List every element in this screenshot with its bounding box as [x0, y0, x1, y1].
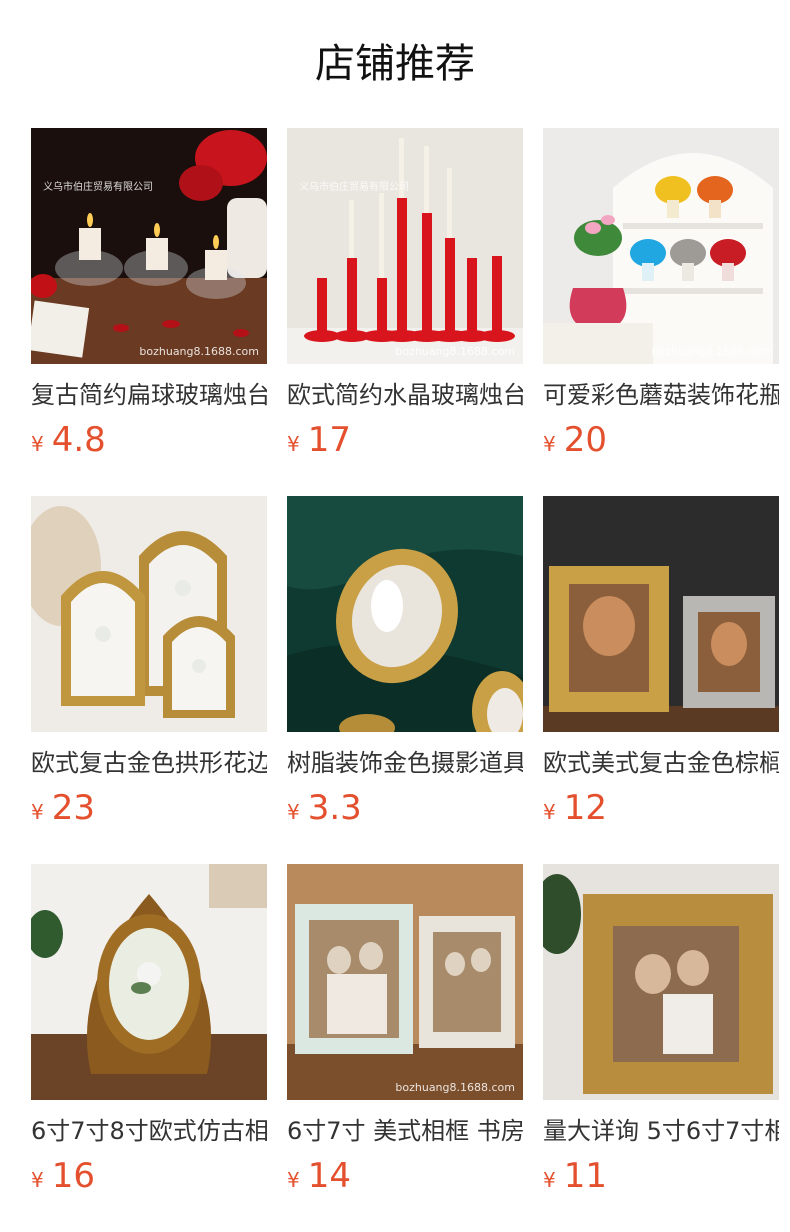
product-image[interactable] [31, 496, 267, 732]
page-title: 店铺推荐 [315, 41, 475, 87]
product-price: ¥11 [543, 1154, 779, 1198]
product-name[interactable]: 量大详询 5寸6寸7寸相框 [543, 1114, 779, 1148]
product-card[interactable]: 量大详询 5寸6寸7寸相框 ¥11 [543, 864, 779, 1232]
product-image[interactable]: bozhuang8.1688.com [287, 864, 523, 1100]
product-name[interactable]: 欧式简约水晶玻璃烛台 [287, 378, 523, 412]
product-price: ¥17 [287, 418, 523, 462]
currency-symbol: ¥ [31, 800, 44, 824]
product-photo-palm-frames [543, 496, 779, 732]
product-price: ¥20 [543, 418, 779, 462]
price-amount: 12 [563, 788, 607, 828]
product-photo-candles [31, 128, 267, 364]
product-name[interactable]: 6寸7寸 美式相框 书房 [287, 1114, 523, 1148]
price-amount: 14 [307, 1156, 351, 1196]
product-image[interactable]: 义乌市伯庄贸易有限公司 bozhuang8.1688.com [287, 128, 523, 364]
currency-symbol: ¥ [287, 800, 300, 824]
product-image[interactable] [543, 864, 779, 1100]
product-grid: 义乌市伯庄贸易有限公司 bozhuang8.1688.com 复古简约扁球玻璃烛… [31, 128, 779, 1232]
product-card[interactable]: 树脂装饰金色摄影道具 ¥3.3 [287, 496, 523, 864]
product-photo-mushroom-vases [543, 128, 779, 364]
product-card[interactable]: bozhuang8.1688.com 6寸7寸 美式相框 书房 ¥14 [287, 864, 523, 1232]
product-image[interactable]: 义乌市伯庄贸易有限公司 bozhuang8.1688.com [31, 128, 267, 364]
price-amount: 16 [51, 1156, 95, 1196]
price-amount: 23 [51, 788, 95, 828]
product-name[interactable]: 6寸7寸8寸欧式仿古相框 [31, 1114, 267, 1148]
company-watermark: 义乌市伯庄贸易有限公司 [43, 182, 153, 193]
product-photo-oval-frame [31, 864, 267, 1100]
price-amount: 4.8 [51, 420, 106, 460]
product-name[interactable]: 可爱彩色蘑菇装饰花瓶 [543, 378, 779, 412]
product-price: ¥3.3 [287, 786, 523, 830]
product-price: ¥14 [287, 1154, 523, 1198]
currency-symbol: ¥ [287, 432, 300, 456]
product-card[interactable]: 义乌市伯庄贸易有限公司 bozhuang8.1688.com 复古简约扁球玻璃烛… [31, 128, 267, 496]
product-image[interactable]: bozhuang8.1688.com [543, 128, 779, 364]
price-amount: 3.3 [307, 788, 362, 828]
currency-symbol: ¥ [543, 432, 556, 456]
price-amount: 11 [563, 1156, 607, 1196]
currency-symbol: ¥ [31, 432, 44, 456]
product-photo-american-frames [287, 864, 523, 1100]
product-price: ¥16 [31, 1154, 267, 1198]
currency-symbol: ¥ [543, 800, 556, 824]
product-image[interactable] [31, 864, 267, 1100]
price-amount: 20 [563, 420, 607, 460]
product-name[interactable]: 欧式复古金色拱形花边相框 [31, 746, 267, 780]
product-photo-red-candlesticks [287, 128, 523, 364]
product-card[interactable]: bozhuang8.1688.com 可爱彩色蘑菇装饰花瓶 ¥20 [543, 128, 779, 496]
product-name[interactable]: 欧式美式复古金色棕榈相框 [543, 746, 779, 780]
product-photo-arched-frames [31, 496, 267, 732]
site-watermark: bozhuang8.1688.com [139, 345, 259, 358]
price-amount: 17 [307, 420, 351, 460]
site-watermark: bozhuang8.1688.com [651, 345, 771, 358]
currency-symbol: ¥ [31, 1168, 44, 1192]
product-name[interactable]: 复古简约扁球玻璃烛台 [31, 378, 267, 412]
product-photo-ginkgo-frame [543, 864, 779, 1100]
product-image[interactable] [543, 496, 779, 732]
site-watermark: bozhuang8.1688.com [395, 1081, 515, 1094]
product-card[interactable]: 欧式复古金色拱形花边相框 ¥23 [31, 496, 267, 864]
product-card[interactable]: 6寸7寸8寸欧式仿古相框 ¥16 [31, 864, 267, 1232]
product-card[interactable]: 欧式美式复古金色棕榈相框 ¥12 [543, 496, 779, 864]
company-watermark: 义乌市伯庄贸易有限公司 [299, 182, 409, 193]
product-price: ¥12 [543, 786, 779, 830]
product-price: ¥4.8 [31, 418, 267, 462]
product-name[interactable]: 树脂装饰金色摄影道具 [287, 746, 523, 780]
currency-symbol: ¥ [543, 1168, 556, 1192]
currency-symbol: ¥ [287, 1168, 300, 1192]
product-image[interactable] [287, 496, 523, 732]
product-photo-resin-props [287, 496, 523, 732]
product-card[interactable]: 义乌市伯庄贸易有限公司 bozhuang8.1688.com 欧式简约水晶玻璃烛… [287, 128, 523, 496]
product-price: ¥23 [31, 786, 267, 830]
site-watermark: bozhuang8.1688.com [395, 345, 515, 358]
